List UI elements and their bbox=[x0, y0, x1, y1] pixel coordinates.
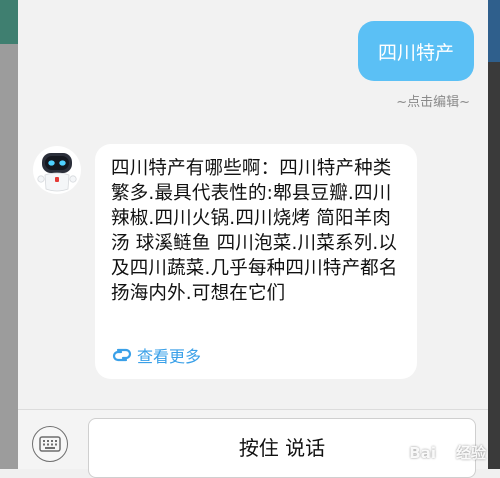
watermark: Bai 经验 bbox=[409, 442, 486, 463]
user-message-text: 四川特产 bbox=[377, 41, 454, 64]
chat-area[interactable]: 四川特产 ~点击编辑~ 四川特产有哪些啊：四川特产种类繁多.最具代表性的:郫县豆… bbox=[18, 0, 488, 409]
bot-message-text: 四川特产有哪些啊：四川特产种类繁多.最具代表性的:郫县豆瓣.四川辣椒.四川火锅.… bbox=[111, 158, 398, 304]
hold-to-talk-label: 按住 说话 bbox=[238, 436, 326, 460]
keyboard-icon bbox=[39, 436, 61, 452]
see-more-link[interactable]: 查看更多 bbox=[111, 343, 201, 367]
paw-icon bbox=[439, 446, 453, 459]
robot-avatar-icon bbox=[32, 145, 82, 195]
user-message-bubble[interactable]: 四川特产 bbox=[358, 21, 474, 81]
right-screen-edge bbox=[488, 0, 500, 469]
left-edge-glimpse bbox=[0, 0, 18, 44]
watermark-brand-left: Bai bbox=[409, 443, 436, 462]
right-edge-glimpse bbox=[488, 0, 500, 62]
watermark-brand-right: 经验 bbox=[455, 444, 486, 462]
bot-message-bubble[interactable]: 四川特产有哪些啊：四川特产种类繁多.最具代表性的:郫县豆瓣.四川辣椒.四川火锅.… bbox=[95, 144, 417, 379]
see-more-label: 查看更多 bbox=[137, 347, 202, 366]
left-screen-edge bbox=[0, 0, 18, 469]
edit-hint[interactable]: ~点击编辑~ bbox=[396, 91, 470, 110]
link-icon bbox=[112, 348, 132, 362]
keyboard-toggle-button[interactable] bbox=[32, 426, 68, 462]
